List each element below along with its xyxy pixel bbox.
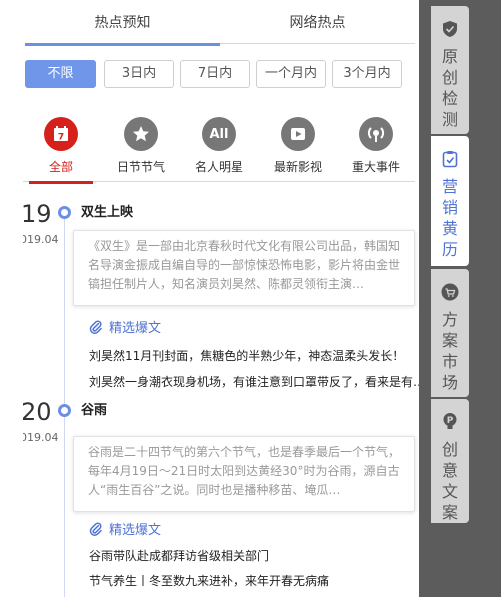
event-description: 谷雨是二十四节气的第六个节气，也是春季最后一个节气，每年4月19日～21日时太阳… [73,436,415,512]
filter-1-month-button[interactable]: 一个月内 [256,60,326,88]
svg-text:7: 7 [58,133,64,143]
featured-articles-link[interactable]: 精选爆文 [89,320,161,338]
featured-articles-label: 精选爆文 [109,523,162,538]
category-bar: 7 全部 日节节气 All 名人明星 最新影视 重大事件 [23,114,416,184]
bulb-icon: P [441,413,459,431]
side-tab-solution-market[interactable]: 方案市场 [431,269,469,397]
side-tab-marketing-calendar[interactable]: 营销黄历 [431,136,469,266]
event-date: 2019.04 [23,233,59,246]
tab-hot-forecast[interactable]: 热点预知 [25,8,220,46]
event-title[interactable]: 谷雨 [81,402,107,420]
broadcast-icon [359,117,393,151]
featured-articles-link[interactable]: 精选爆文 [89,522,161,540]
event-date: 2019.04 [23,431,59,444]
top-tab-bar: 热点预知 网络热点 [25,8,415,46]
event-title[interactable]: 双生上映 [81,204,133,222]
side-tab-creative-copy[interactable]: P 创意文案 [431,399,469,523]
article-item[interactable]: 节气养生丨冬至数九来进补，来年开春无病痛 [89,573,419,589]
category-festivals[interactable]: 日节节气 [101,114,181,182]
event-day: 19 [23,200,52,228]
featured-articles-label: 精选爆文 [109,321,162,336]
time-filter-bar: 不限 3日内 7日内 一个月内 3个月内 [25,60,405,88]
category-label: 最新影视 [273,160,322,174]
tab-online-hot[interactable]: 网络热点 [220,8,415,44]
calendar-icon: 7 [44,117,78,151]
filter-3-months-button[interactable]: 3个月内 [332,60,402,88]
filter-unlimited-button[interactable]: 不限 [25,60,96,88]
timeline-event: 20 谷雨 2019.04 谷雨是二十四节气的第六个节气，也是春季最后一个节气，… [23,398,419,597]
side-tab-label: 原创检测 [441,47,458,129]
event-description: 《双生》是一部由北京春秋时代文化有限公司出品，韩国知名导演金振成自编自导的一部惊… [73,230,415,306]
filter-3-days-button[interactable]: 3日内 [104,60,174,88]
category-label: 日节节气 [116,160,165,174]
filter-7-days-button[interactable]: 7日内 [180,60,250,88]
category-celebrities[interactable]: All 名人明星 [179,114,259,182]
category-major-events[interactable]: 重大事件 [336,114,416,182]
paperclip-icon [89,320,102,334]
svg-text:P: P [447,416,454,426]
all-icon-text: All [209,126,229,142]
event-day: 20 [23,398,52,426]
clipboard-icon [441,150,459,168]
cart-icon [441,283,459,301]
category-label: 全部 [48,160,73,174]
side-tab-label: 营销黄历 [441,177,458,259]
side-tab-original-check[interactable]: 原创检测 [431,6,469,134]
paperclip-icon [89,522,102,536]
timeline-dot [58,404,71,417]
side-tab-label: 方案市场 [441,310,458,392]
article-item[interactable]: 谷雨带队赴成都拜访省级相关部门 [89,548,419,564]
article-item[interactable]: 刘昊然一身潮衣现身机场，有谁注意到口罩带反了，看来是有… [89,374,419,390]
shield-icon [441,20,459,38]
all-icon: All [202,117,236,151]
hot-topics-panel: 热点预知 网络热点 不限 3日内 7日内 一个月内 3个月内 7 全部 日节节气… [23,0,419,597]
category-label: 名人明星 [194,160,243,174]
star-icon [124,117,158,151]
category-label: 重大事件 [351,160,400,174]
timeline-dot [58,206,71,219]
category-movies[interactable]: 最新影视 [258,114,338,182]
side-tab-label: 创意文案 [441,440,458,522]
play-icon [281,117,315,151]
article-item[interactable]: 刘昊然11月刊封面，焦糖色的半熟少年，神态温柔头发长！ [89,348,419,364]
category-all[interactable]: 7 全部 [23,114,101,184]
timeline-event: 19 双生上映 2019.04 《双生》是一部由北京春秋时代文化有限公司出品，韩… [23,200,419,395]
